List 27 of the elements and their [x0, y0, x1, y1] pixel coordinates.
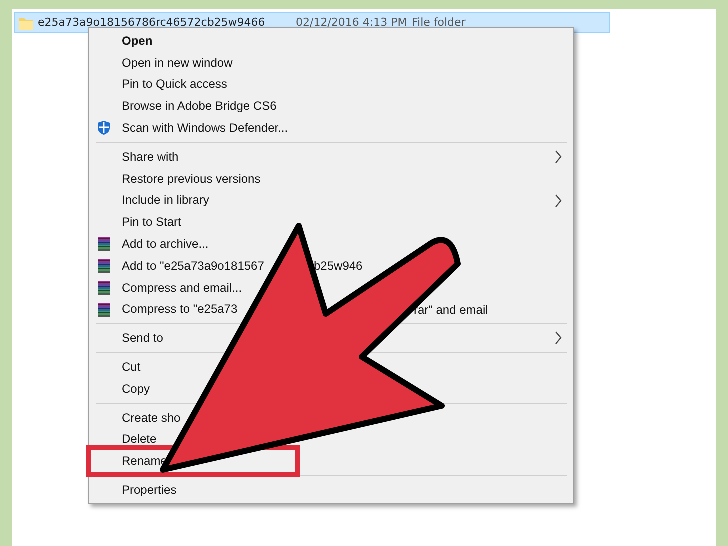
- books-icon: [96, 280, 112, 296]
- file-name: e25a73a9o18156786rc46572cb25w9466: [38, 16, 266, 29]
- books-icon: [96, 236, 112, 252]
- menu-item[interactable]: Restore previous versions: [91, 168, 571, 190]
- menu-item[interactable]: Scan with Windows Defender...: [91, 117, 571, 139]
- menu-item[interactable]: Open: [91, 30, 571, 52]
- shield-icon: [96, 120, 112, 136]
- menu-item[interactable]: Share with: [91, 146, 571, 168]
- file-date: 02/12/2016 4:13 PM: [296, 16, 408, 29]
- menu-item[interactable]: Include in library: [91, 190, 571, 212]
- menu-item[interactable]: Open in new window: [91, 52, 571, 74]
- menu-item[interactable]: Compress to "e25a73 rar" and email: [91, 298, 571, 320]
- menu-item[interactable]: Delete: [91, 428, 571, 450]
- books-icon: [96, 302, 112, 318]
- menu-item[interactable]: Pin to Quick access: [91, 74, 571, 96]
- menu-item[interactable]: Properties: [91, 479, 571, 501]
- menu-item[interactable]: Cut: [91, 356, 571, 378]
- menu-item-text: b25w946: [314, 258, 363, 273]
- menu-item[interactable]: Compress and email...: [91, 276, 571, 299]
- menu-item-text: rar" and email: [414, 302, 488, 317]
- menu-item[interactable]: Add to archive...: [91, 233, 571, 255]
- file-type: File folder: [412, 16, 466, 29]
- menu-item[interactable]: Browse in Adobe Bridge CS6: [91, 95, 571, 118]
- menu-item[interactable]: Add to "e25a73a9o181567 b25w946: [91, 254, 571, 277]
- books-icon: [96, 258, 112, 274]
- menu-item[interactable]: Send to: [91, 327, 571, 350]
- menu-item[interactable]: Pin to Start: [91, 211, 571, 234]
